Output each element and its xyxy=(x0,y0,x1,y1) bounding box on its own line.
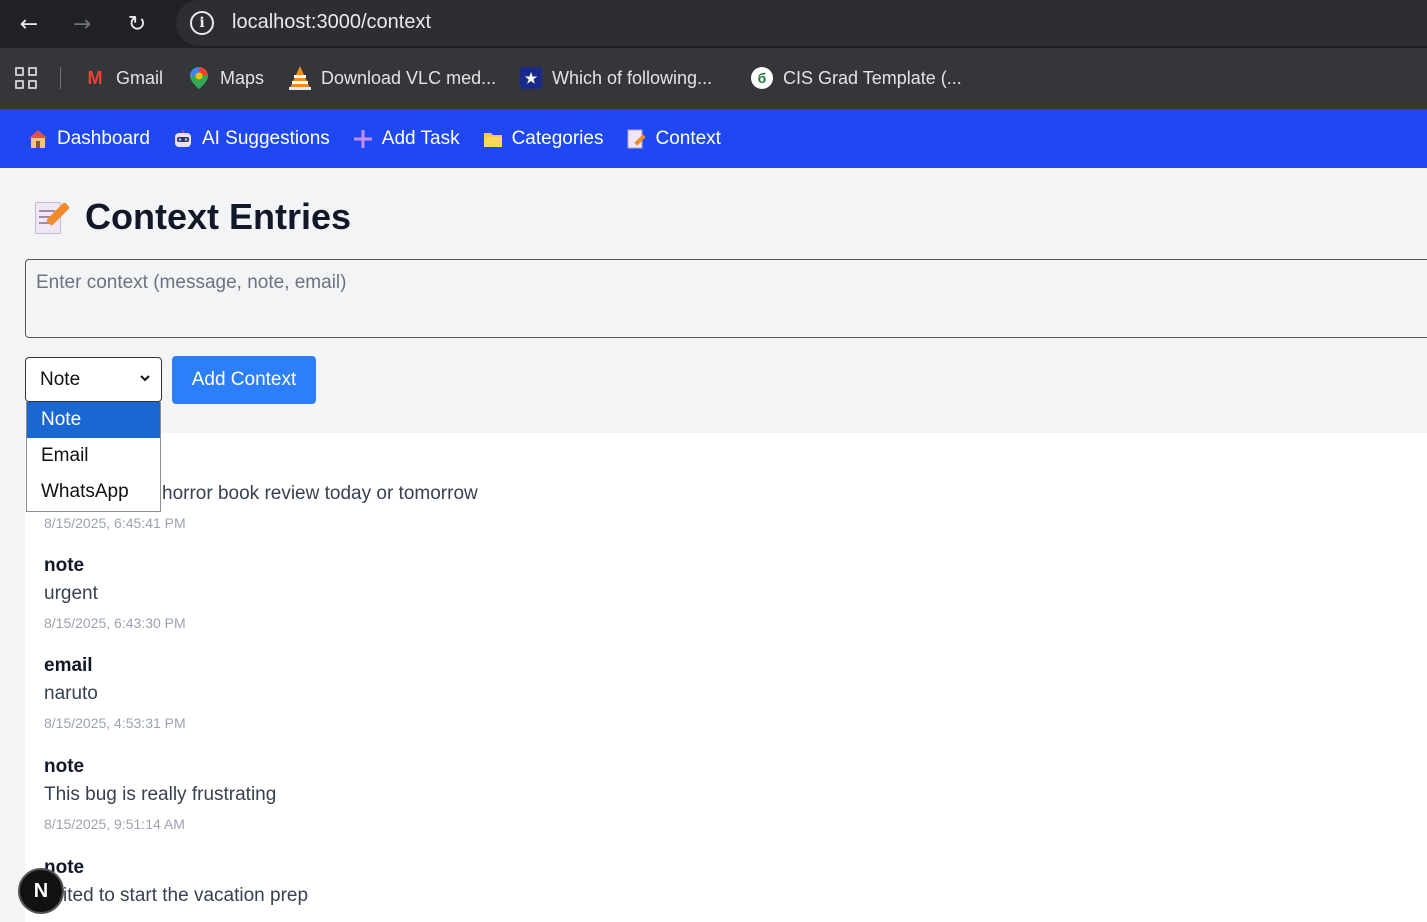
house-icon xyxy=(27,128,49,150)
nav-label: Add Task xyxy=(381,128,460,149)
entry-type: note xyxy=(44,756,85,777)
nav-item-categories[interactable]: Categories xyxy=(482,128,604,150)
star-badge-icon: ★ xyxy=(520,67,542,89)
maps-icon xyxy=(188,67,210,89)
chevron-down-icon xyxy=(140,375,150,382)
bookmark-which-of-following[interactable]: ★ Which of following... xyxy=(520,65,712,91)
back-arrow-icon[interactable]: ← xyxy=(13,8,45,40)
bookmark-label: Gmail xyxy=(116,67,164,88)
entry-text: urgent xyxy=(44,583,98,604)
list-item: note urgent 8/15/2025, 6:43:30 PM xyxy=(44,555,186,631)
bookmarks-bar: M Gmail Maps Download VLC med... ★ Which… xyxy=(0,48,1427,110)
overleaf-icon: б xyxy=(751,67,773,89)
bookmark-gmail[interactable]: M Gmail xyxy=(84,65,164,91)
robot-icon xyxy=(172,128,194,150)
nav-item-dashboard[interactable]: Dashboard xyxy=(27,128,150,150)
bookmark-vlc[interactable]: Download VLC med... xyxy=(289,65,496,91)
entry-text: xcited to start the vacation prep xyxy=(44,885,309,906)
bookmarks-divider xyxy=(60,67,61,89)
page-title: Context Entries xyxy=(85,196,352,237)
nav-label: Context xyxy=(655,128,721,149)
context-textarea[interactable] xyxy=(25,259,1427,338)
entry-text: naruto xyxy=(44,683,98,704)
list-item: note xcited to start the vacation prep xyxy=(44,857,308,915)
entry-type: email xyxy=(44,655,93,676)
entry-timestamp: 8/15/2025, 4:53:31 PM xyxy=(44,715,186,731)
context-type-select[interactable]: Note xyxy=(25,357,162,402)
entry-text: This bug is really frustrating xyxy=(44,784,277,805)
nextjs-dev-badge[interactable]: N xyxy=(18,868,64,914)
context-type-dropdown: Note Email WhatsApp xyxy=(26,402,161,512)
forward-arrow-icon[interactable]: → xyxy=(66,8,98,40)
gmail-icon: M xyxy=(87,67,103,88)
bookmark-label: Download VLC med... xyxy=(321,67,497,88)
vlc-icon xyxy=(289,66,311,90)
option-note[interactable]: Note xyxy=(27,402,160,438)
address-bar[interactable]: i localhost:3000/context xyxy=(176,0,1427,46)
option-whatsapp[interactable]: WhatsApp xyxy=(27,474,160,510)
plus-icon xyxy=(352,128,374,150)
apps-grid-icon[interactable] xyxy=(15,67,37,89)
select-value: Note xyxy=(40,368,81,390)
bookmark-label: Maps xyxy=(220,67,265,88)
reload-icon[interactable]: ↻ xyxy=(121,8,153,40)
page-header: Context Entries xyxy=(33,196,351,238)
memo-icon xyxy=(625,128,647,150)
nav-label: AI Suggestions xyxy=(201,128,330,149)
browser-toolbar: ← → ↻ i localhost:3000/context xyxy=(0,0,1427,48)
entry-timestamp: 8/15/2025, 6:45:41 PM xyxy=(44,515,186,531)
entry-timestamp: 8/15/2025, 6:43:30 PM xyxy=(44,615,186,631)
nav-item-add-task[interactable]: Add Task xyxy=(352,128,460,150)
nav-item-context[interactable]: Context xyxy=(625,128,721,150)
entry-type: note xyxy=(44,555,85,576)
memo-icon xyxy=(33,198,71,236)
bookmark-label: Which of following... xyxy=(552,67,713,88)
entry-timestamp: 8/15/2025, 9:51:14 AM xyxy=(44,816,185,832)
context-entries-list: horror book review today or tomorrow 8/1… xyxy=(25,433,1427,922)
url-text[interactable]: localhost:3000/context xyxy=(232,11,431,34)
list-item: note This bug is really frustrating 8/15… xyxy=(44,756,276,832)
bookmark-cis-grad-template[interactable]: б CIS Grad Template (... xyxy=(751,65,962,91)
nav-label: Categories xyxy=(511,128,604,149)
list-item: email naruto 8/15/2025, 4:53:31 PM xyxy=(44,655,186,731)
site-info-icon[interactable]: i xyxy=(190,11,214,35)
folder-icon xyxy=(482,128,504,150)
entry-type: note xyxy=(44,857,85,878)
nav-label: Dashboard xyxy=(57,128,150,149)
option-email[interactable]: Email xyxy=(27,438,160,474)
bookmark-label: CIS Grad Template (... xyxy=(783,67,962,88)
bookmark-maps[interactable]: Maps xyxy=(188,65,264,91)
app-navbar: Dashboard AI Suggestions Add Task Catego… xyxy=(0,110,1427,168)
add-context-button[interactable]: Add Context xyxy=(172,356,316,404)
nav-item-ai-suggestions[interactable]: AI Suggestions xyxy=(172,128,330,150)
